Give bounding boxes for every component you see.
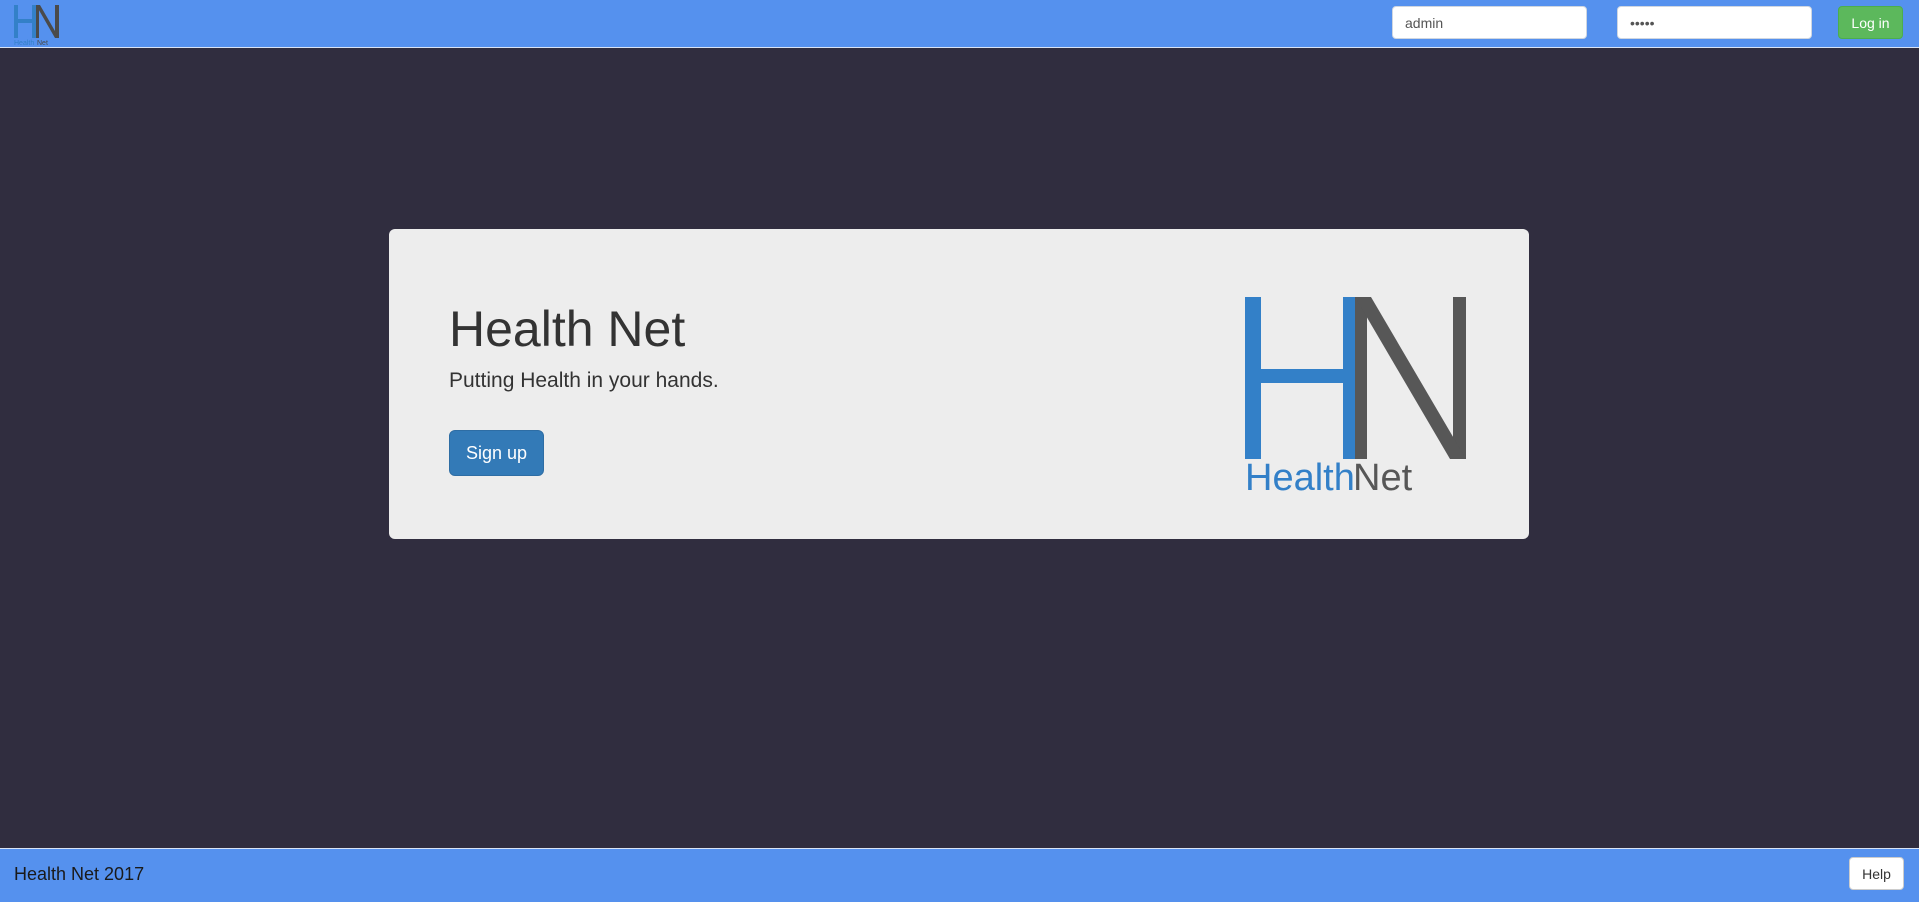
password-input[interactable] xyxy=(1617,6,1812,39)
healthnet-logo-large-icon: Health Net xyxy=(1245,297,1466,494)
logo-word-health: Health xyxy=(1245,457,1355,494)
logo-word-health: Health xyxy=(14,40,34,47)
logo-word-net: Net xyxy=(37,40,48,47)
help-button[interactable]: Help xyxy=(1849,857,1904,890)
username-input[interactable] xyxy=(1392,6,1587,39)
signup-button[interactable]: Sign up xyxy=(449,430,544,476)
healthnet-logo-icon[interactable]: Health Net xyxy=(10,1,70,47)
hero-title: Health Net xyxy=(449,301,686,357)
login-button[interactable]: Log in xyxy=(1838,6,1903,39)
hero-subtitle: Putting Health in your hands. xyxy=(449,369,719,392)
hero-panel: Health Net Putting Health in your hands.… xyxy=(389,229,1529,539)
logo-word-net: Net xyxy=(1353,457,1413,494)
footer-copyright: Health Net 2017 xyxy=(14,864,145,884)
footer-bar: Health Net 2017 Help xyxy=(0,848,1919,902)
top-navbar: Health Net Log in xyxy=(0,0,1919,48)
